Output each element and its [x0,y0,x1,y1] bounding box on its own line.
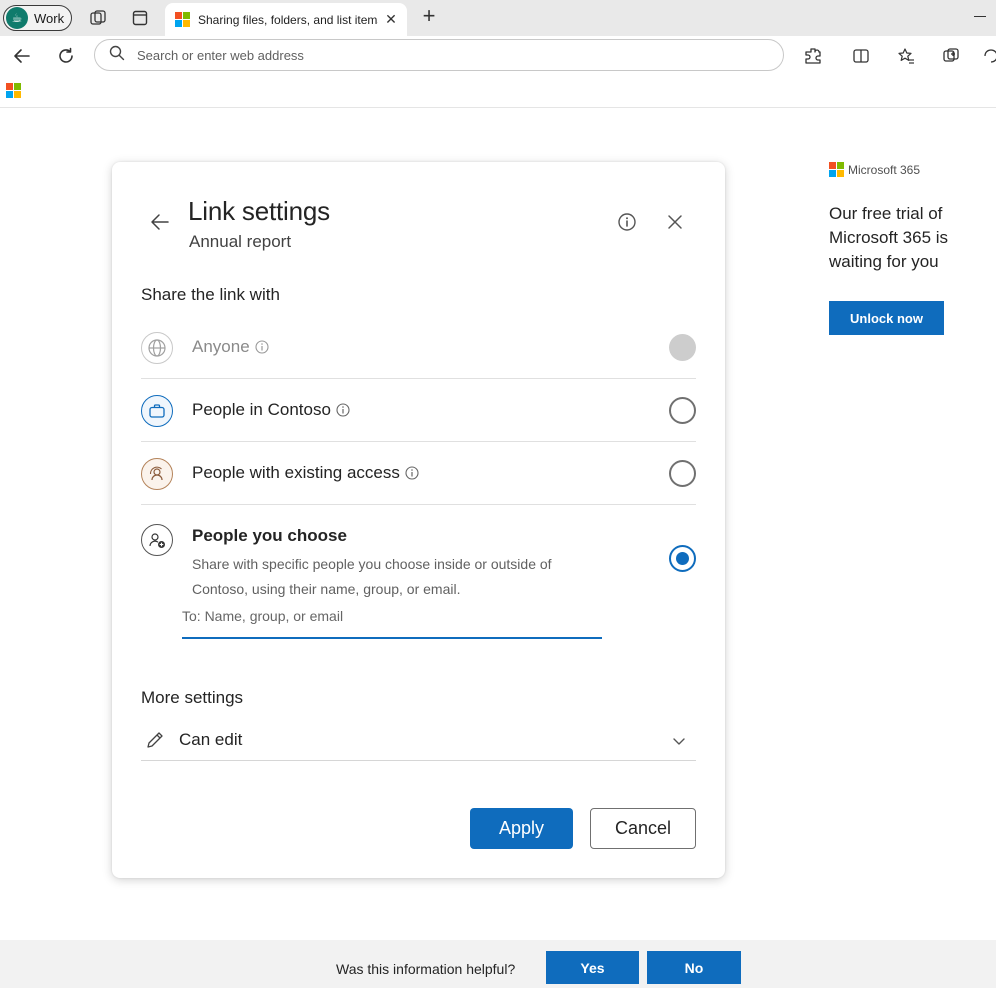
minimize-window-icon[interactable] [974,16,986,17]
option-people-you-choose[interactable]: People you choose Share with specific pe… [141,520,696,650]
chevron-down-icon [672,734,686,753]
briefcase-icon [141,395,173,427]
option-people-in-contoso[interactable]: People in Contoso [141,379,696,442]
profile-button[interactable]: ☕ Work [3,5,72,31]
globe-icon [141,332,173,364]
permission-dropdown[interactable]: Can edit [141,720,696,761]
option-choose-description: Share with specific people you choose in… [192,556,552,597]
microsoft-365-brand: Microsoft 365 [829,162,920,177]
feedback-no-button[interactable]: No [647,951,741,984]
workspaces-icon[interactable] [88,8,108,28]
profile-avatar: ☕ [6,7,28,29]
dialog-title: Link settings [188,196,330,226]
back-arrow-icon[interactable] [148,210,172,234]
radio-people-you-choose[interactable] [669,545,696,572]
back-icon[interactable] [10,44,34,68]
apply-button[interactable]: Apply [470,808,573,849]
tab-title: Sharing files, folders, and list items [198,12,378,27]
option-existing-access[interactable]: People with existing access [141,442,696,505]
microsoft-logo-icon[interactable] [6,83,21,98]
option-contoso-label: People in Contoso [192,400,350,422]
share-heading: Share the link with [141,285,280,304]
dialog-subtitle: Annual report [189,232,292,251]
option-existing-label: People with existing access [192,463,419,485]
browser-tab-bar: ☕ Work Sharing files, folders, and list … [0,0,996,36]
close-icon[interactable] [664,211,686,233]
radio-existing-access[interactable] [669,460,696,487]
unlock-now-button[interactable]: Unlock now [829,301,944,335]
info-icon[interactable] [405,465,419,485]
refresh-icon[interactable] [54,44,78,68]
address-bar[interactable] [94,39,784,71]
tab-actions-icon[interactable] [130,8,150,28]
collections-icon[interactable] [940,45,962,67]
recipients-input[interactable] [182,608,592,624]
new-tab-icon[interactable]: + [418,5,440,28]
recipients-field[interactable] [182,604,602,639]
option-anyone-label: Anyone [192,337,269,359]
radio-people-in-contoso[interactable] [669,397,696,424]
option-anyone-text: Anyone [192,337,250,356]
link-settings-dialog: Link settings Annual report Share the li… [112,162,725,878]
microsoft-logo-icon [829,162,844,177]
favorites-icon[interactable] [895,45,917,67]
extensions-icon[interactable] [802,45,824,67]
permission-value: Can edit [179,730,243,749]
cancel-button[interactable]: Cancel [590,808,696,849]
favorites-bar [0,76,996,108]
feedback-bar: Was this information helpful? Yes No [0,940,996,988]
option-choose-label: People you choose [192,526,347,545]
person-add-icon [141,524,173,556]
address-bar-row [0,36,996,76]
info-icon[interactable] [336,402,350,422]
split-screen-icon[interactable] [850,45,872,67]
radio-anyone [669,334,696,361]
info-icon[interactable] [255,339,269,359]
copilot-icon[interactable] [980,45,996,67]
tab-sharing-files[interactable]: Sharing files, folders, and list items ✕ [165,3,407,36]
person-cycle-icon [141,458,173,490]
address-input[interactable] [137,47,737,63]
more-settings-heading: More settings [141,688,244,707]
close-tab-icon[interactable]: ✕ [383,11,399,27]
option-existing-text: People with existing access [192,463,400,482]
pencil-icon [145,730,165,755]
search-icon [109,45,125,66]
option-contoso-text: People in Contoso [192,400,331,419]
feedback-yes-button[interactable]: Yes [546,951,639,984]
info-icon[interactable] [616,211,638,233]
option-anyone: Anyone [141,316,696,379]
feedback-question: Was this information helpful? [336,961,516,977]
profile-label: Work [34,10,65,26]
promo-brand-text: Microsoft 365 [848,162,921,177]
promo-text: Our free trial of Microsoft 365 is waiti… [829,204,949,271]
microsoft-logo-icon [175,12,190,27]
